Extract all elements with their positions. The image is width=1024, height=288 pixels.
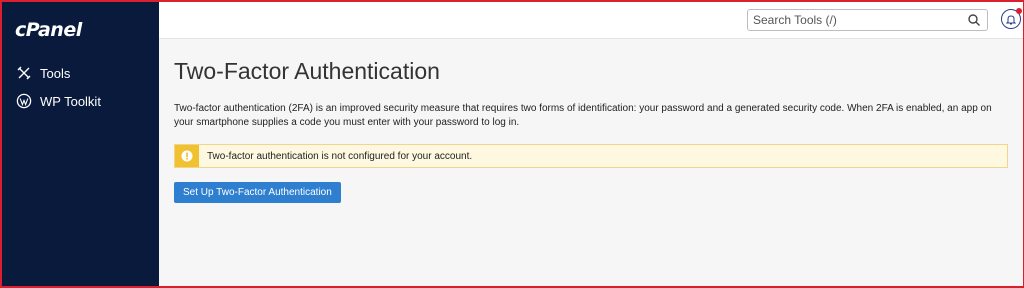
- cpanel-logo[interactable]: cPanel: [15, 19, 159, 41]
- sidebar: cPanel Tools WP Toolkit: [2, 2, 159, 286]
- warning-icon: [175, 145, 199, 167]
- sidebar-nav: Tools WP Toolkit: [2, 59, 159, 115]
- sidebar-item-label: Tools: [40, 65, 71, 81]
- setup-2fa-button[interactable]: Set Up Two-Factor Authentication: [174, 182, 341, 203]
- page-content: Two-Factor Authentication Two-factor aut…: [159, 39, 1023, 203]
- sidebar-item-tools[interactable]: Tools: [2, 59, 159, 87]
- tools-icon: [16, 65, 32, 81]
- alert-message: Two-factor authentication is not configu…: [207, 150, 473, 162]
- page-description: Two-factor authentication (2FA) is an im…: [174, 103, 992, 128]
- page-title: Two-Factor Authentication: [174, 58, 440, 84]
- top-bar: [159, 2, 1023, 39]
- sidebar-item-label: WP Toolkit: [40, 93, 101, 109]
- sidebar-item-wp-toolkit[interactable]: WP Toolkit: [2, 87, 159, 115]
- search-icon[interactable]: [967, 13, 981, 27]
- unread-indicator: [1016, 8, 1022, 14]
- notifications-button[interactable]: [1001, 8, 1022, 29]
- bell-icon: [1006, 14, 1016, 25]
- main-area: Two-Factor Authentication Two-factor aut…: [159, 2, 1023, 286]
- search-input[interactable]: [748, 12, 967, 28]
- app-frame: cPanel Tools WP Toolkit Search Tools (/)…: [0, 0, 1024, 288]
- warning-alert: Two-factor authentication is not configu…: [174, 144, 1008, 168]
- wordpress-icon: [16, 93, 32, 109]
- search-box: [747, 9, 988, 31]
